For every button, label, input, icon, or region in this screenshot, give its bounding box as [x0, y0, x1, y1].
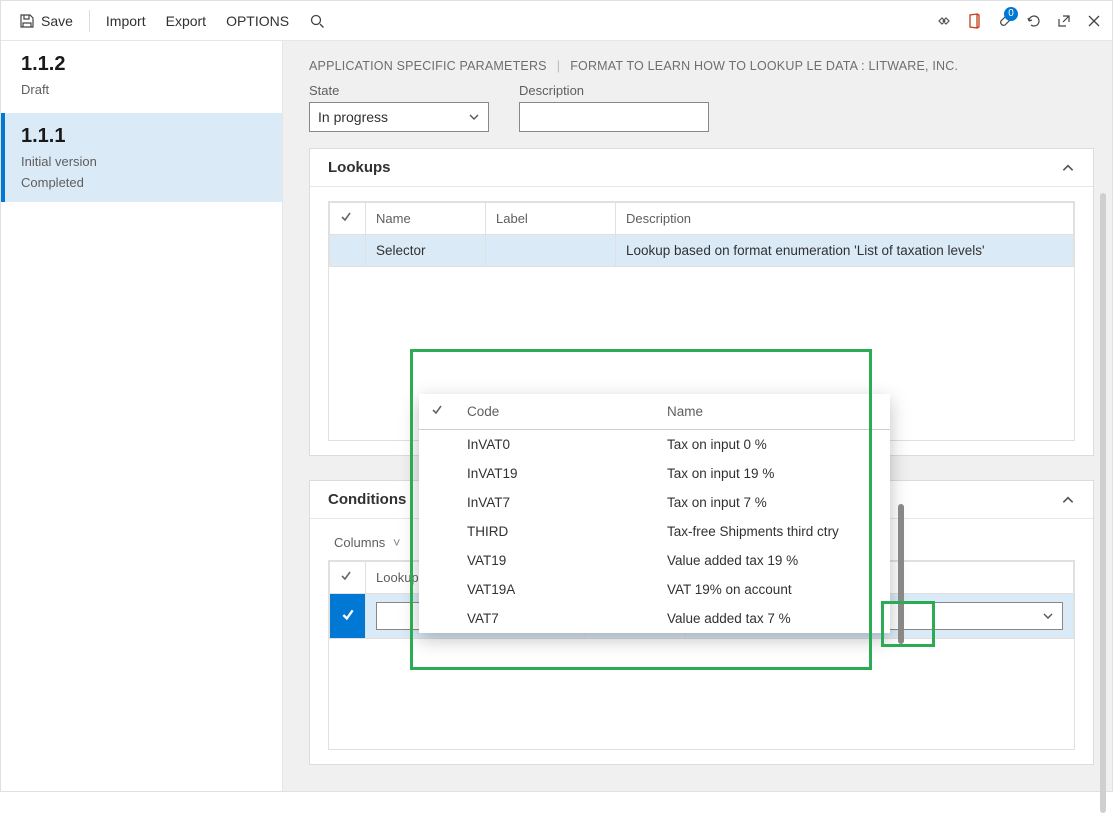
row-check[interactable] — [330, 594, 366, 639]
check-header[interactable] — [330, 562, 366, 594]
chevron-down-icon — [1042, 610, 1054, 622]
dropdown-item[interactable]: InVAT19Tax on input 19 % — [419, 459, 890, 488]
description-input[interactable] — [519, 102, 709, 132]
save-icon — [19, 13, 35, 29]
chevron-down-icon — [468, 111, 480, 123]
import-label: Import — [106, 13, 146, 29]
close-icon[interactable] — [1086, 13, 1102, 29]
dd-item-code: InVAT19 — [455, 459, 655, 488]
nav-title: 1.1.2 — [21, 53, 266, 76]
dd-item-check[interactable] — [419, 459, 455, 488]
dropdown-item[interactable]: InVAT0Tax on input 0 % — [419, 430, 890, 460]
dd-item-code: InVAT7 — [455, 488, 655, 517]
nav-sub: Completed — [21, 175, 266, 190]
import-button[interactable]: Import — [98, 9, 154, 33]
nav-sub: Initial version — [21, 154, 266, 169]
lookups-table: Name Label Description Selector — [329, 202, 1074, 267]
dd-item-code: VAT19A — [455, 575, 655, 604]
dd-item-check[interactable] — [419, 575, 455, 604]
code-dropdown: Code Name InVAT0Tax on input 0 %InVAT19T… — [419, 394, 890, 633]
checkmark-icon — [431, 404, 443, 416]
chevron-down-icon: ˅ — [393, 535, 401, 550]
export-label: Export — [166, 13, 206, 29]
dd-item-check[interactable] — [419, 488, 455, 517]
version-nav: 1.1.2 Draft 1.1.1 Initial version Comple… — [1, 41, 283, 791]
save-label: Save — [41, 13, 73, 29]
dropdown-item[interactable]: VAT19Value added tax 19 % — [419, 546, 890, 575]
lookups-title: Lookups — [328, 159, 391, 176]
dd-item-name: Value added tax 19 % — [655, 546, 890, 575]
col-name[interactable]: Name — [366, 203, 486, 235]
chevron-up-icon — [1061, 493, 1075, 507]
command-bar: Save Import Export OPTIONS 0 — [1, 1, 1112, 41]
refresh-icon[interactable] — [1026, 13, 1042, 29]
separator — [89, 10, 90, 32]
dropdown-item[interactable]: VAT7Value added tax 7 % — [419, 604, 890, 633]
dd-item-name: Tax on input 19 % — [655, 459, 890, 488]
checkmark-icon — [340, 211, 352, 223]
dd-item-check[interactable] — [419, 604, 455, 633]
check-header[interactable] — [330, 203, 366, 235]
nav-sub: Draft — [21, 82, 266, 97]
breadcrumb-left[interactable]: APPLICATION SPECIFIC PARAMETERS — [309, 59, 547, 73]
dd-item-code: InVAT0 — [455, 430, 655, 460]
dd-item-code: THIRD — [455, 517, 655, 546]
col-label[interactable]: Label — [486, 203, 616, 235]
dd-item-check[interactable] — [419, 430, 455, 460]
dd-col-name[interactable]: Name — [655, 394, 890, 430]
lookups-row[interactable]: Selector Lookup based on format enumerat… — [330, 235, 1074, 267]
dd-check-header[interactable] — [419, 394, 455, 430]
state-value: In progress — [318, 109, 388, 125]
dd-item-name: Tax on input 0 % — [655, 430, 890, 460]
office-icon[interactable] — [966, 13, 982, 29]
breadcrumb-right: FORMAT TO LEARN HOW TO LOOKUP LE DATA : … — [570, 59, 958, 73]
dd-item-check[interactable] — [419, 546, 455, 575]
scrollbar[interactable] — [1100, 193, 1106, 813]
search-button[interactable] — [301, 9, 333, 33]
breadcrumb: APPLICATION SPECIFIC PARAMETERS | FORMAT… — [309, 59, 1086, 73]
checkmark-icon — [340, 570, 352, 582]
chevron-up-icon — [1061, 161, 1075, 175]
col-desc[interactable]: Description — [616, 203, 1074, 235]
dd-col-code[interactable]: Code — [455, 394, 655, 430]
dd-item-name: Tax-free Shipments third ctry — [655, 517, 890, 546]
lookups-header[interactable]: Lookups — [310, 149, 1093, 187]
row-label — [486, 235, 616, 267]
dd-item-name: VAT 19% on account — [655, 575, 890, 604]
export-button[interactable]: Export — [158, 9, 214, 33]
nav-item-1-1-2[interactable]: 1.1.2 Draft — [1, 41, 282, 113]
row-desc: Lookup based on format enumeration 'List… — [616, 235, 1074, 267]
dd-item-code: VAT7 — [455, 604, 655, 633]
conditions-title: Conditions — [328, 491, 406, 508]
dd-item-code: VAT19 — [455, 546, 655, 575]
row-check[interactable] — [330, 235, 366, 267]
search-icon — [309, 13, 325, 29]
description-label: Description — [519, 83, 709, 98]
description-field: Description — [519, 83, 709, 132]
save-button[interactable]: Save — [11, 9, 81, 33]
nav-item-1-1-1[interactable]: 1.1.1 Initial version Completed — [1, 113, 282, 202]
row-name: Selector — [366, 235, 486, 267]
attachments-badge: 0 — [1004, 7, 1018, 21]
options-button[interactable]: OPTIONS — [218, 9, 297, 33]
options-label: OPTIONS — [226, 13, 289, 29]
dropdown-item[interactable]: THIRDTax-free Shipments third ctry — [419, 517, 890, 546]
state-field: State In progress — [309, 83, 489, 132]
dropdown-item[interactable]: VAT19AVAT 19% on account — [419, 575, 890, 604]
checkmark-icon — [341, 608, 355, 622]
link-icon[interactable] — [936, 13, 952, 29]
dropdown-item[interactable]: InVAT7Tax on input 7 % — [419, 488, 890, 517]
dd-item-name: Tax on input 7 % — [655, 488, 890, 517]
dd-item-name: Value added tax 7 % — [655, 604, 890, 633]
state-label: State — [309, 83, 489, 98]
dd-item-check[interactable] — [419, 517, 455, 546]
breadcrumb-separator: | — [557, 59, 560, 73]
state-select[interactable]: In progress — [309, 102, 489, 132]
dropdown-scrollbar[interactable] — [898, 504, 904, 644]
popout-icon[interactable] — [1056, 13, 1072, 29]
nav-title: 1.1.1 — [21, 125, 266, 148]
attachments-icon[interactable]: 0 — [996, 13, 1012, 29]
